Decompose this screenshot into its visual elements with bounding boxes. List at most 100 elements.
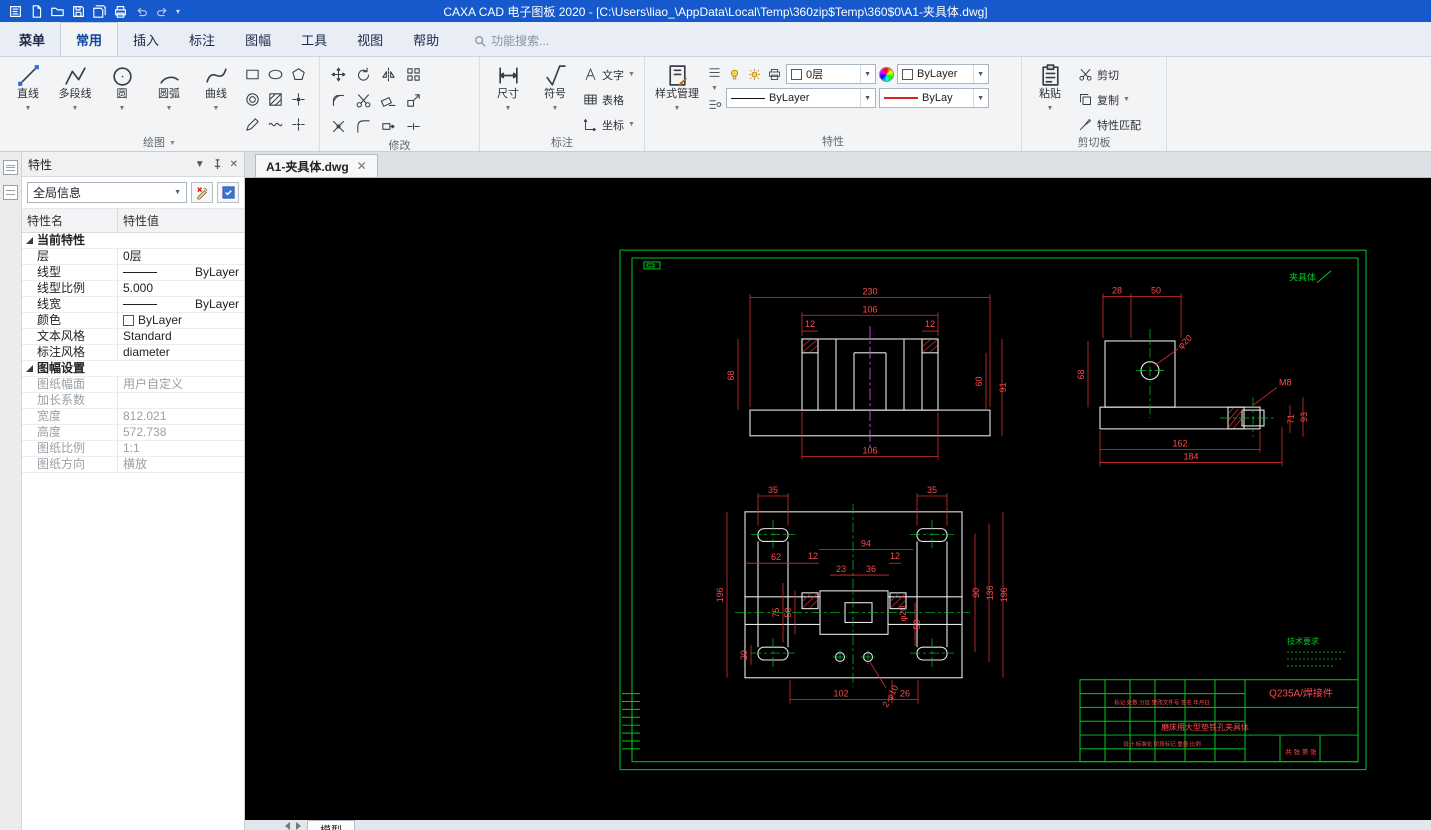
properties-panel-icon[interactable] xyxy=(3,160,18,175)
tab-menu[interactable]: 菜单 xyxy=(4,23,60,56)
polygon-tool-icon[interactable] xyxy=(287,62,309,86)
prop-row-lengthen[interactable]: 加长系数 xyxy=(22,393,244,409)
group-label-draw[interactable]: 绘图 ▼ xyxy=(0,136,319,151)
prop-row-linetype-scale[interactable]: 线型比例 5.000 xyxy=(22,281,244,297)
copy-tool[interactable]: 复制 ▼ xyxy=(1075,88,1144,111)
axis-line-tool-icon[interactable] xyxy=(287,112,309,136)
app-icon[interactable] xyxy=(8,4,23,19)
mirror-tool-icon[interactable] xyxy=(376,62,400,87)
chevron-down-icon[interactable]: ▼ xyxy=(72,102,79,115)
table-tool[interactable]: 表格 xyxy=(580,88,638,111)
layer-settings-icon[interactable] xyxy=(706,96,723,113)
concentric-circle-tool-icon[interactable] xyxy=(241,87,263,111)
drawing-canvas[interactable]: 夹具体 230 106 12 12 68 60 91 106 28 50 φ20… xyxy=(245,178,1431,820)
tab-sheet[interactable]: 图幅 xyxy=(230,23,286,56)
tab-close-icon[interactable]: ✕ xyxy=(357,159,367,173)
prop-group-row[interactable]: 当前特性 xyxy=(22,233,244,249)
redo-icon[interactable] xyxy=(155,4,170,19)
model-space-tab[interactable]: 模型 xyxy=(307,820,355,830)
arc-tool[interactable]: 圆弧 ▼ xyxy=(147,60,191,115)
dimension-tool[interactable]: 尺寸 ▼ xyxy=(486,60,530,115)
break-tool-icon[interactable] xyxy=(401,114,425,139)
move-tool-icon[interactable] xyxy=(326,62,350,87)
layer-on-bulb-icon[interactable] xyxy=(726,66,743,83)
coordinate-tool[interactable]: 坐标 ▼ xyxy=(580,113,638,136)
paste-tool[interactable]: 粘贴 ▼ xyxy=(1028,60,1072,115)
prop-group-row[interactable]: 图幅设置 xyxy=(22,361,244,377)
circle-tool[interactable]: 圆 ▼ xyxy=(100,60,144,115)
prop-row-layer[interactable]: 层 0层 xyxy=(22,249,244,265)
pick-object-button[interactable] xyxy=(217,182,239,203)
new-document-icon[interactable] xyxy=(29,4,44,19)
color-picker-icon[interactable] xyxy=(879,66,894,82)
match-properties-tool[interactable]: 特性匹配 xyxy=(1075,113,1144,136)
tab-home[interactable]: 常用 xyxy=(60,22,119,56)
ellipse-tool-icon[interactable] xyxy=(264,62,286,86)
wave-line-tool-icon[interactable] xyxy=(264,112,286,136)
save-all-icon[interactable] xyxy=(92,4,107,19)
prop-row-height[interactable]: 高度 572.738 xyxy=(22,425,244,441)
tab-insert[interactable]: 插入 xyxy=(118,23,174,56)
offset-tool-icon[interactable] xyxy=(326,88,350,113)
array-tool-icon[interactable] xyxy=(401,62,425,87)
tab-tools[interactable]: 工具 xyxy=(286,23,342,56)
open-file-icon[interactable] xyxy=(50,4,65,19)
text-tool[interactable]: 文字 ▼ xyxy=(580,63,638,86)
panel-close-icon[interactable]: ✕ xyxy=(230,159,238,170)
quick-access-menu-icon[interactable]: ▾ xyxy=(176,7,180,16)
prev-sheet-icon[interactable] xyxy=(285,822,290,830)
style-manager-tool[interactable]: 样式管理 ▼ xyxy=(651,60,703,115)
prop-row-color[interactable]: 颜色 ByLayer xyxy=(22,313,244,329)
prop-row-dim-style[interactable]: 标注风格 diameter xyxy=(22,345,244,361)
save-icon[interactable] xyxy=(71,4,86,19)
prop-row-sheet-size[interactable]: 图纸幅面 用户自定义 xyxy=(22,377,244,393)
line-tool[interactable]: 直线 ▼ xyxy=(6,60,50,115)
prop-row-scale[interactable]: 图纸比例 1:1 xyxy=(22,441,244,457)
scope-select[interactable]: 全局信息 ▼ xyxy=(27,182,187,203)
print-icon[interactable] xyxy=(113,4,128,19)
chevron-down-icon[interactable]: ▼ xyxy=(25,102,32,115)
chevron-down-icon[interactable]: ▼ xyxy=(552,102,559,115)
lineweight-select[interactable]: ByLay ▼ xyxy=(879,88,989,108)
scale-tool-icon[interactable] xyxy=(401,88,425,113)
layer-select[interactable]: 0层 ▼ xyxy=(786,64,876,84)
group-label-properties[interactable]: 特性 xyxy=(645,134,1021,151)
panel-dock-menu-icon[interactable]: ▼ xyxy=(195,159,205,170)
color-select[interactable]: ByLayer ▼ xyxy=(897,64,989,84)
symbol-tool[interactable]: 符号 ▼ xyxy=(533,60,577,115)
chevron-down-icon[interactable]: ▼ xyxy=(213,102,220,115)
fillet-tool-icon[interactable] xyxy=(351,114,375,139)
chevron-down-icon[interactable]: ▼ xyxy=(706,85,723,92)
layers-panel-icon[interactable] xyxy=(3,185,18,200)
cut-tool[interactable]: 剪切 xyxy=(1075,63,1144,86)
spline-tool[interactable]: 曲线 ▼ xyxy=(194,60,238,115)
chevron-down-icon[interactable]: ▼ xyxy=(1047,102,1054,115)
erase-tool-icon[interactable] xyxy=(376,88,400,113)
prop-row-linetype[interactable]: 线型 ByLayer xyxy=(22,265,244,281)
tab-view[interactable]: 视图 xyxy=(342,23,398,56)
layer-plot-printer-icon[interactable] xyxy=(766,66,783,83)
document-tab[interactable]: A1-夹具体.dwg ✕ xyxy=(255,154,378,177)
layer-freeze-sun-icon[interactable] xyxy=(746,66,763,83)
explode-tool-icon[interactable] xyxy=(326,114,350,139)
chevron-down-icon[interactable]: ▼ xyxy=(166,102,173,115)
layer-list-icon[interactable] xyxy=(706,64,723,81)
polyline-tool[interactable]: 多段线 ▼ xyxy=(53,60,97,115)
clear-selection-button[interactable] xyxy=(191,182,213,203)
rotate-tool-icon[interactable] xyxy=(351,62,375,87)
group-label-annotate[interactable]: 标注 xyxy=(480,136,644,151)
chevron-down-icon[interactable]: ▼ xyxy=(674,102,681,115)
prop-row-orientation[interactable]: 图纸方向 横放 xyxy=(22,457,244,473)
prop-row-width[interactable]: 宽度 812.021 xyxy=(22,409,244,425)
chevron-down-icon[interactable]: ▼ xyxy=(505,102,512,115)
rectangle-tool-icon[interactable] xyxy=(241,62,263,86)
next-sheet-icon[interactable] xyxy=(296,822,301,830)
expander-icon[interactable] xyxy=(26,365,33,372)
stretch-tool-icon[interactable] xyxy=(376,114,400,139)
expander-icon[interactable] xyxy=(26,237,33,244)
tab-help[interactable]: 帮助 xyxy=(398,23,454,56)
function-search[interactable]: 功能搜索... xyxy=(468,25,555,56)
group-label-clipboard[interactable]: 剪切板 xyxy=(1022,136,1166,151)
pencil-tool-icon[interactable] xyxy=(241,112,263,136)
trim-tool-icon[interactable] xyxy=(351,88,375,113)
